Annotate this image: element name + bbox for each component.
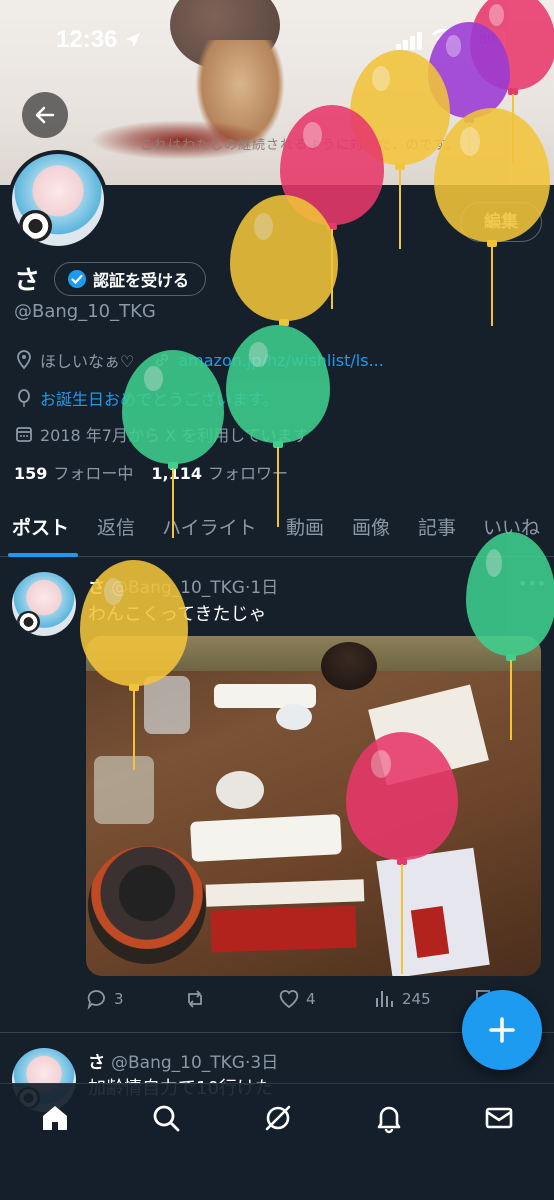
post-time: ·3日 <box>244 1053 279 1073</box>
balloon <box>226 325 330 531</box>
calendar-icon <box>16 427 32 442</box>
active-tab-indicator <box>8 553 78 557</box>
status-time: 12:36 <box>56 26 118 53</box>
reply-button[interactable]: 3 <box>86 988 124 1010</box>
back-button[interactable] <box>22 92 68 138</box>
balloon <box>122 350 224 542</box>
balloon <box>346 732 458 978</box>
like-button[interactable]: 4 <box>278 988 316 1010</box>
profile-avatar[interactable] <box>8 150 108 250</box>
post-author-handle[interactable]: @Bang_10_TKG <box>111 1053 245 1073</box>
following-count: 159 <box>14 464 48 483</box>
get-verified-button[interactable]: 認証を受ける <box>54 262 207 296</box>
back-arrow-icon <box>35 106 55 124</box>
compose-post-button[interactable] <box>462 990 542 1070</box>
balloon-icon <box>18 389 30 407</box>
messages-icon[interactable] <box>483 1102 515 1134</box>
post-time: ·1日 <box>244 578 279 598</box>
repost-button[interactable] <box>184 988 206 1010</box>
reply-count: 3 <box>114 990 124 1008</box>
verified-badge-icon <box>68 270 86 288</box>
post-header: さ @Bang_10_TKG·3日 <box>88 1048 278 1073</box>
tab-images[interactable]: 画像 <box>352 513 390 540</box>
post-avatar[interactable] <box>12 572 76 636</box>
balloon <box>80 560 188 774</box>
location-arrow-icon <box>125 32 141 48</box>
signal-icon <box>396 32 422 50</box>
tab-articles[interactable]: 記事 <box>418 513 456 540</box>
bottom-navigation <box>0 1083 554 1200</box>
tab-posts[interactable]: ポスト <box>12 513 69 540</box>
view-count: 245 <box>402 990 431 1008</box>
plus-icon <box>489 1017 515 1043</box>
display-name: さ <box>14 266 41 296</box>
repost-icon <box>188 990 202 1008</box>
search-icon[interactable] <box>150 1102 182 1134</box>
reply-icon <box>87 990 105 1010</box>
profile-handle: @Bang_10_TKG <box>14 301 156 322</box>
following-link[interactable]: 159 フォロー中 <box>14 460 133 484</box>
analytics-icon <box>376 991 393 1007</box>
balloon <box>230 195 338 329</box>
views-button[interactable]: 245 <box>374 988 431 1010</box>
home-icon[interactable] <box>39 1102 71 1134</box>
wishlist-label: ほしいなぁ♡ <box>40 352 135 371</box>
post-author-name[interactable]: さ <box>88 1053 105 1073</box>
location-pin-icon <box>17 350 31 370</box>
balloon <box>466 532 554 744</box>
heart-icon <box>279 990 299 1009</box>
verify-label: 認証を受ける <box>93 271 190 290</box>
balloon <box>434 108 550 330</box>
like-count: 4 <box>306 990 316 1008</box>
grok-icon[interactable] <box>262 1102 294 1134</box>
notifications-icon[interactable] <box>373 1102 405 1134</box>
